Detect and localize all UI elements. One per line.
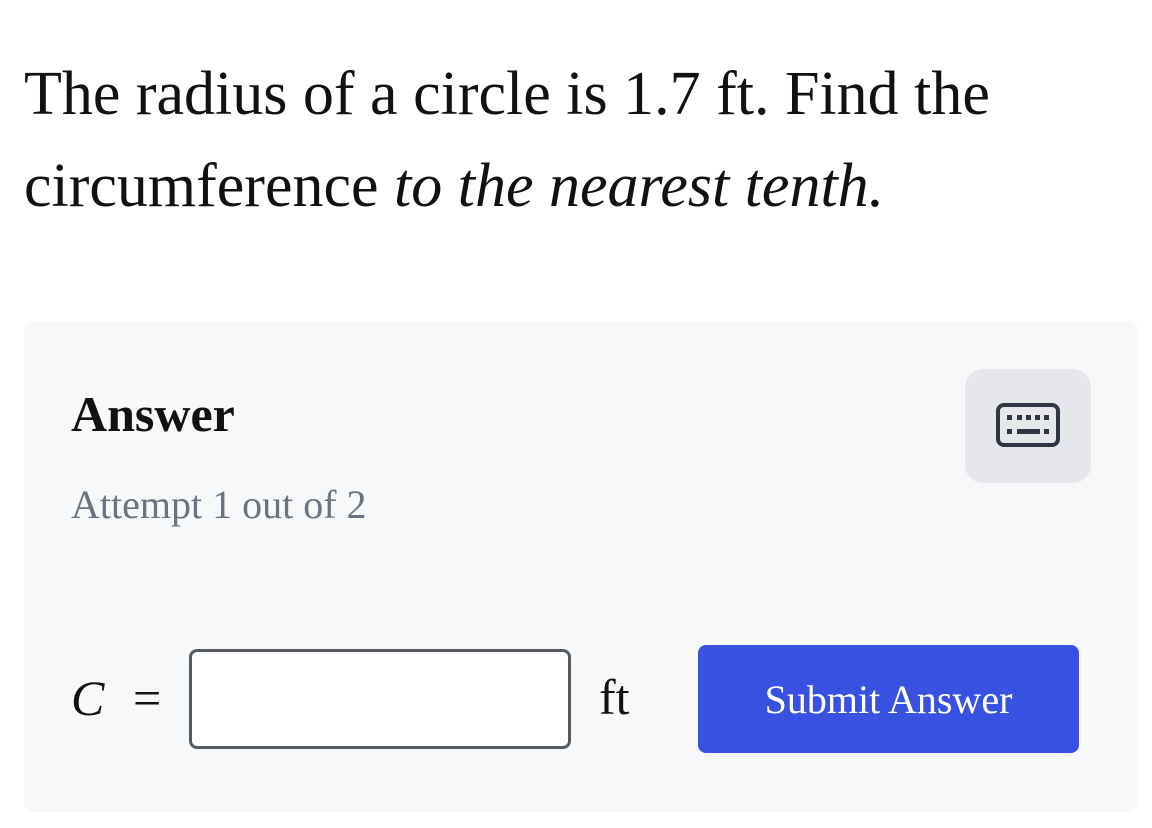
submit-answer-button[interactable]: Submit Answer — [698, 645, 1079, 753]
attempt-counter: Attempt 1 out of 2 — [71, 482, 367, 527]
keyboard-icon — [995, 402, 1061, 451]
circumference-input[interactable] — [189, 649, 571, 749]
formula-row: C = — [71, 647, 191, 749]
unit-label: ft — [599, 669, 630, 725]
equals-sign: = — [133, 670, 162, 726]
keyboard-toggle-button[interactable] — [965, 369, 1091, 483]
variable-label: C — [71, 670, 105, 726]
question-text: The radius of a circle is 1.7 ft. Find t… — [24, 48, 1134, 232]
answer-panel: Answer Attempt 1 out of 2 C = ft Submit … — [24, 321, 1138, 812]
answer-heading: Answer — [71, 386, 235, 442]
question-emphasis-text: to the nearest tenth. — [394, 152, 885, 220]
